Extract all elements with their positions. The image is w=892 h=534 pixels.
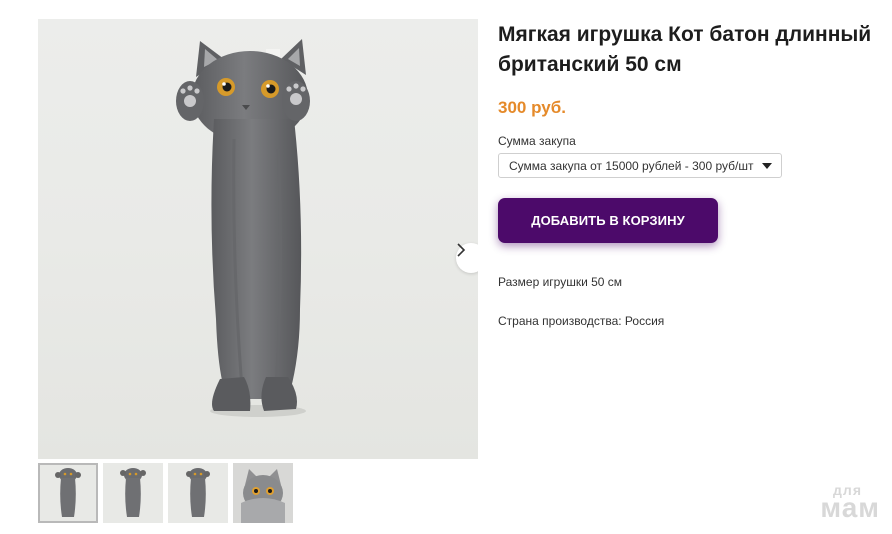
cat-face-closeup-thumbnail <box>233 463 293 523</box>
product-main-image[interactable] <box>38 19 478 459</box>
thumbnail-4[interactable] <box>233 463 293 523</box>
cat-plush-thumbnail <box>120 468 146 517</box>
purchase-amount-select[interactable]: Сумма закупа от 15000 рублей - 300 руб/ш… <box>498 153 782 178</box>
cat-plush-thumbnail <box>186 468 210 517</box>
watermark-bottom-text: мам <box>820 492 880 523</box>
cat-plush-illustration <box>176 39 310 417</box>
caret-down-icon <box>762 163 772 169</box>
thumbnail-strip <box>38 463 293 523</box>
purchase-amount-value: Сумма закупа от 15000 рублей - 300 руб/ш… <box>509 159 754 173</box>
next-image-button[interactable] <box>456 243 478 273</box>
country-info: Страна производства: Россия <box>498 314 665 328</box>
chevron-right-icon <box>457 243 466 257</box>
thumbnail-1[interactable] <box>38 463 98 523</box>
product-price: 300 руб. <box>498 98 566 117</box>
site-watermark: для мам <box>806 482 880 523</box>
cat-plush-thumbnail <box>55 468 81 517</box>
product-title: Мягкая игрушка Кот батон длинный британс… <box>498 23 872 76</box>
purchase-amount-label: Сумма закупа <box>498 134 576 148</box>
thumbnail-3[interactable] <box>168 463 228 523</box>
thumbnail-2[interactable] <box>103 463 163 523</box>
toy-size-info: Размер игрушки 50 см <box>498 275 623 289</box>
add-to-cart-button[interactable]: ДОБАВИТЬ В КОРЗИНУ <box>498 198 718 243</box>
